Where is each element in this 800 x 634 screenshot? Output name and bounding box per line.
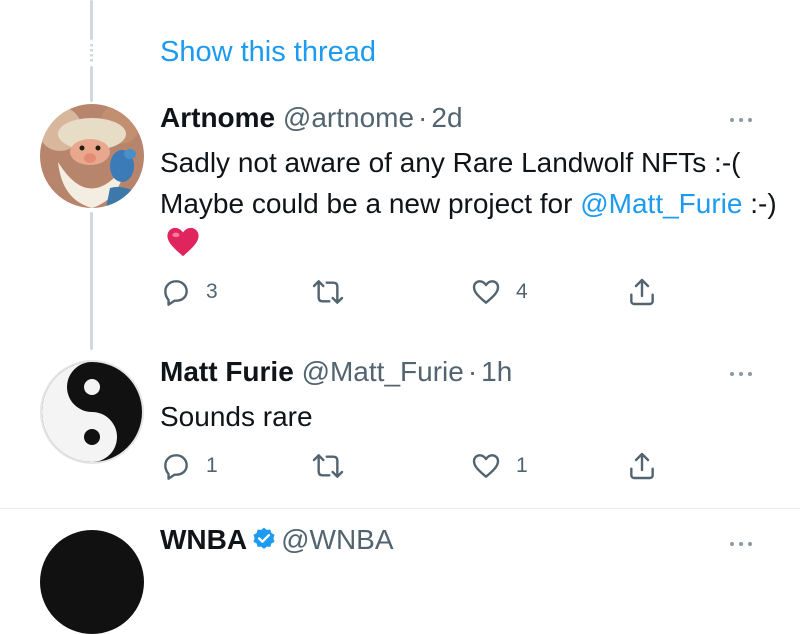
tweet-text-suffix: :-) [742,188,777,219]
tweet-divider [0,508,800,509]
display-name[interactable]: Artnome [160,102,275,133]
share-button[interactable] [626,276,658,308]
verified-icon [251,526,277,559]
like-icon [472,454,500,478]
gnome-avatar-image [40,104,144,208]
separator: · [467,356,478,387]
tweet-header: WNBA @WNBA [160,524,394,559]
reply-button[interactable]: 3 [160,276,218,308]
yin-yang-avatar-image [40,360,144,464]
tweet-text: Sadly not aware of any Rare Landwolf NFT… [160,142,780,269]
handle[interactable]: @Matt_Furie [302,356,464,387]
retweet-button[interactable] [312,450,358,482]
reply-icon [164,454,188,480]
avatar[interactable] [40,360,144,464]
more-icon[interactable] [730,364,760,384]
share-icon [630,452,654,480]
like-icon [472,280,500,304]
timestamp[interactable]: 2d [431,102,462,133]
tweet-header: Matt Furie @Matt_Furie · 1h [160,356,512,388]
display-name[interactable]: Matt Furie [160,356,294,387]
avatar[interactable] [40,104,144,208]
like-count: 1 [516,454,528,477]
mention-link[interactable]: @Matt_Furie [580,188,742,219]
share-button[interactable] [626,450,658,482]
retweet-icon [312,454,344,478]
tweet-actions: 1 1 [160,450,680,484]
like-button[interactable]: 1 [470,450,528,482]
tweet-matt-furie[interactable]: Matt Furie @Matt_Furie · 1h Sounds rare 1 … [0,350,800,508]
timestamp[interactable]: 1h [481,356,512,387]
reply-count: 1 [206,454,218,477]
reply-icon [164,280,188,306]
tweet-actions: 3 4 [160,276,680,310]
display-name[interactable]: WNBA [160,524,247,555]
like-count: 4 [516,280,528,303]
handle[interactable]: @artnome [283,102,414,133]
more-icon[interactable] [730,110,760,130]
share-icon [630,278,654,306]
tweet-text: Sounds rare [160,401,313,432]
more-icon[interactable] [730,534,760,554]
separator: · [418,102,428,133]
like-button[interactable]: 4 [470,276,528,308]
reply-count: 3 [206,280,218,303]
retweet-button[interactable] [312,276,358,308]
reply-button[interactable]: 1 [160,450,218,482]
tweet-artnome[interactable]: Artnome @artnome · 2d Sadly not aware of a… [0,0,800,350]
tweet-header: Artnome @artnome · 2d [160,102,463,134]
handle[interactable]: @WNBA [281,524,393,555]
heart-emoji-icon [166,226,200,269]
retweet-icon [312,280,344,304]
